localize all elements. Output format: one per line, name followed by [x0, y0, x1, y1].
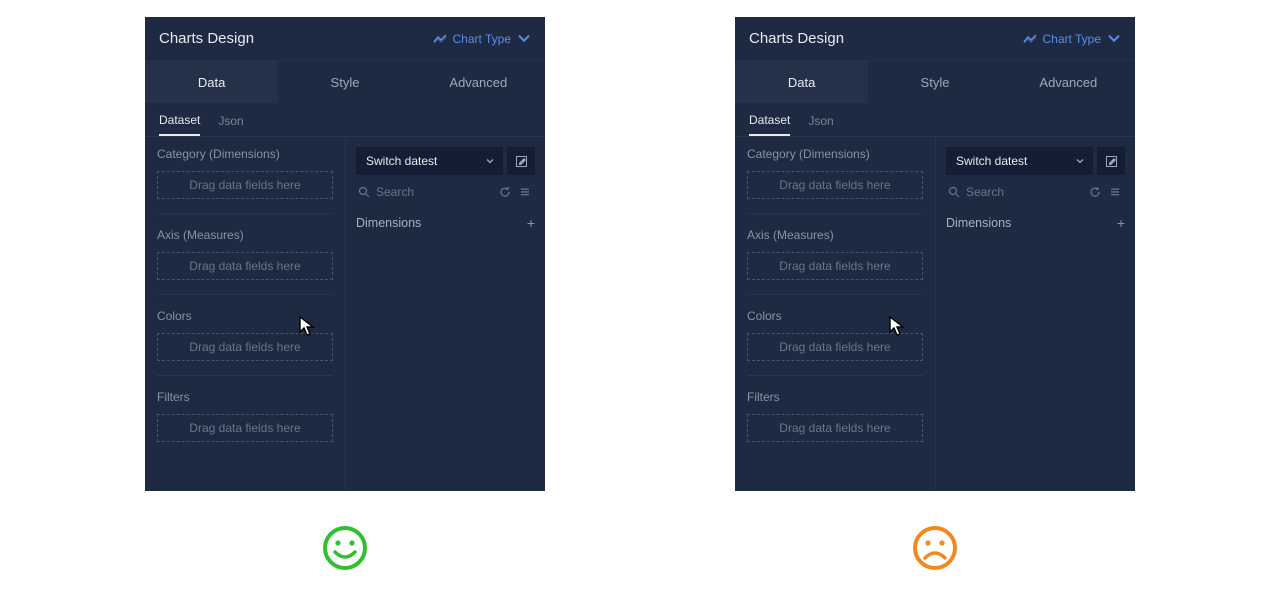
edit-icon [1105, 155, 1118, 168]
section-colors: Colors Drag data fields here [157, 309, 333, 376]
section-label: Colors [747, 309, 923, 323]
dropzone-filters[interactable]: Drag data fields here [157, 414, 333, 442]
tab-style[interactable]: Style [278, 61, 411, 103]
search-input[interactable]: Search [966, 185, 1083, 199]
refresh-icon[interactable] [499, 186, 511, 198]
tab-data[interactable]: Data [145, 61, 278, 103]
dropzone-axis[interactable]: Drag data fields here [157, 252, 333, 280]
dimensions-label: Dimensions [356, 216, 421, 230]
edit-dataset-button[interactable] [1097, 147, 1125, 175]
fields-column: Category (Dimensions) Drag data fields h… [145, 137, 345, 491]
list-icon[interactable] [1109, 186, 1121, 198]
dataset-column: Switch datest Search Dimensions + [345, 137, 545, 491]
search-row: Search [356, 179, 535, 205]
section-label: Colors [157, 309, 333, 323]
chart-type-dropdown[interactable]: Chart Type [433, 32, 531, 46]
dataset-select-label: Switch datest [956, 154, 1027, 168]
section-filters: Filters Drag data fields here [157, 390, 333, 456]
dropzone-category[interactable]: Drag data fields here [747, 171, 923, 199]
section-label: Category (Dimensions) [747, 147, 923, 161]
panel-title: Charts Design [159, 30, 254, 47]
tab-style[interactable]: Style [868, 61, 1001, 103]
dataset-select[interactable]: Switch datest [356, 147, 503, 175]
charts-design-panel-good: Charts Design Chart Type Data Style Adva… [145, 17, 545, 491]
chart-type-label: Chart Type [453, 32, 511, 46]
section-axis: Axis (Measures) Drag data fields here [747, 228, 923, 295]
dimensions-label: Dimensions [946, 216, 1011, 230]
list-icon[interactable] [519, 186, 531, 198]
sub-tabs: Dataset Json [145, 103, 545, 137]
search-icon [358, 186, 370, 198]
edit-dataset-button[interactable] [507, 147, 535, 175]
section-axis: Axis (Measures) Drag data fields here [157, 228, 333, 295]
panel-header: Charts Design Chart Type [735, 17, 1135, 61]
caret-down-icon [1107, 34, 1121, 44]
sub-tab-json[interactable]: Json [218, 114, 243, 136]
dataset-column: Switch datest Search Dimensions + [935, 137, 1135, 491]
refresh-icon[interactable] [1089, 186, 1101, 198]
chevron-down-icon [485, 156, 495, 166]
search-tools [499, 186, 531, 198]
search-icon [948, 186, 960, 198]
tab-advanced[interactable]: Advanced [412, 61, 545, 103]
chevron-down-icon [1075, 156, 1085, 166]
section-filters: Filters Drag data fields here [747, 390, 923, 456]
section-label: Axis (Measures) [157, 228, 333, 242]
section-category: Category (Dimensions) Drag data fields h… [747, 147, 923, 214]
dimensions-row[interactable]: Dimensions + [356, 211, 535, 235]
chart-type-dropdown[interactable]: Chart Type [1023, 32, 1121, 46]
panel-title: Charts Design [749, 30, 844, 47]
dropzone-category[interactable]: Drag data fields here [157, 171, 333, 199]
chart-type-icon [433, 34, 447, 44]
plus-icon[interactable]: + [1117, 215, 1125, 231]
tab-advanced[interactable]: Advanced [1002, 61, 1135, 103]
dropzone-colors[interactable]: Drag data fields here [157, 333, 333, 361]
fields-column: Category (Dimensions) Drag data fields h… [735, 137, 935, 491]
tab-data[interactable]: Data [735, 61, 868, 103]
chart-type-icon [1023, 34, 1037, 44]
search-input[interactable]: Search [376, 185, 493, 199]
section-label: Axis (Measures) [747, 228, 923, 242]
smile-face-icon [322, 525, 368, 571]
charts-design-panel-bad: Charts Design Chart Type Data Style Adva… [735, 17, 1135, 491]
plus-icon[interactable]: + [527, 215, 535, 231]
section-label: Filters [747, 390, 923, 404]
sub-tab-dataset[interactable]: Dataset [159, 113, 200, 136]
sub-tab-dataset[interactable]: Dataset [749, 113, 790, 136]
main-tabs: Data Style Advanced [145, 61, 545, 103]
chart-type-label: Chart Type [1043, 32, 1101, 46]
section-category: Category (Dimensions) Drag data fields h… [157, 147, 333, 214]
search-tools [1089, 186, 1121, 198]
main-tabs: Data Style Advanced [735, 61, 1135, 103]
dropzone-filters[interactable]: Drag data fields here [747, 414, 923, 442]
panel-body: Category (Dimensions) Drag data fields h… [735, 137, 1135, 491]
dataset-select-label: Switch datest [366, 154, 437, 168]
panel-body: Category (Dimensions) Drag data fields h… [145, 137, 545, 491]
edit-icon [515, 155, 528, 168]
panel-header: Charts Design Chart Type [145, 17, 545, 61]
dimensions-row[interactable]: Dimensions + [946, 211, 1125, 235]
section-label: Filters [157, 390, 333, 404]
dropzone-axis[interactable]: Drag data fields here [747, 252, 923, 280]
dropzone-colors[interactable]: Drag data fields here [747, 333, 923, 361]
sub-tab-json[interactable]: Json [808, 114, 833, 136]
search-row: Search [946, 179, 1125, 205]
sub-tabs: Dataset Json [735, 103, 1135, 137]
caret-down-icon [517, 34, 531, 44]
section-label: Category (Dimensions) [157, 147, 333, 161]
frown-face-icon [912, 525, 958, 571]
dataset-select[interactable]: Switch datest [946, 147, 1093, 175]
section-colors: Colors Drag data fields here [747, 309, 923, 376]
